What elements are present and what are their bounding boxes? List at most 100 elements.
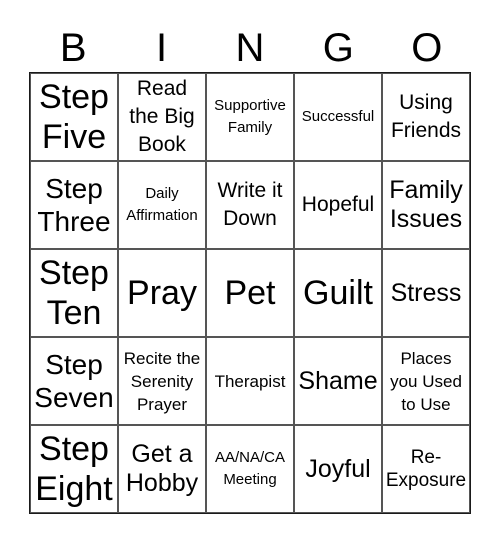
bingo-cell-line: Step xyxy=(45,349,103,380)
bingo-cell-line: Five xyxy=(41,118,107,156)
header-letter-i: I xyxy=(156,26,168,70)
bingo-cell-line: Shame xyxy=(298,366,378,395)
bingo-cell-line: Issues xyxy=(389,205,463,233)
bingo-cell-line: Re- xyxy=(410,447,442,468)
bingo-cell-text: Hopeful xyxy=(302,191,374,219)
bingo-cell-line: Down xyxy=(223,207,277,230)
bingo-cell-line: the Big xyxy=(129,105,195,128)
bingo-cell-line: Eight xyxy=(35,470,113,508)
bingo-cell-text: Successful xyxy=(302,106,375,128)
bingo-cell-line: Seven xyxy=(34,382,114,413)
bingo-cell[interactable]: Successful xyxy=(294,73,382,161)
bingo-cell[interactable]: Using Friends xyxy=(382,73,470,161)
bingo-cell-text: Supportive Family xyxy=(214,95,286,139)
bingo-cell[interactable]: Shame xyxy=(294,337,382,425)
bingo-cell-text: Shame xyxy=(298,367,377,396)
bingo-cell-line: Hopeful xyxy=(301,193,375,216)
bingo-cell-line: to Use xyxy=(401,394,451,414)
bingo-cell-line: Step xyxy=(39,254,109,292)
bingo-cell-text: Pray xyxy=(127,273,197,313)
bingo-cell-text: Daily Affirmation xyxy=(126,183,197,227)
bingo-cell-line: Daily xyxy=(145,185,179,202)
bingo-cell[interactable]: Read the Big Book xyxy=(118,73,206,161)
bingo-cell[interactable]: Therapist xyxy=(206,337,294,425)
bingo-cell[interactable]: Hopeful xyxy=(294,161,382,249)
bingo-cell[interactable]: Step Seven xyxy=(30,337,118,425)
header-letter-b: B xyxy=(59,26,87,70)
bingo-cell-line: Pet xyxy=(224,274,276,312)
bingo-cell[interactable]: Recite the Serenity Prayer xyxy=(118,337,206,425)
bingo-cell-text: AA/NA/CA Meeting xyxy=(215,447,285,491)
bingo-cell[interactable]: Supportive Family xyxy=(206,73,294,161)
bingo-cell-line: Write it xyxy=(217,179,283,202)
bingo-cell-line: Using xyxy=(399,91,453,114)
bingo-cell-text: Recite the Serenity Prayer xyxy=(124,347,201,416)
bingo-cell[interactable]: Daily Affirmation xyxy=(118,161,206,249)
bingo-cell-text: Step Seven xyxy=(34,348,113,414)
bingo-cell-line: AA/NA/CA xyxy=(214,449,286,466)
bingo-cell-line: you Used xyxy=(390,371,462,391)
bingo-cell-text: Family Issues xyxy=(389,176,463,234)
bingo-cell[interactable]: Pet xyxy=(206,249,294,337)
bingo-cell[interactable]: Places you Used to Use xyxy=(382,337,470,425)
bingo-cell-line: Meeting xyxy=(223,471,277,488)
bingo-cell-line: Friends xyxy=(390,119,462,142)
bingo-cell[interactable]: Step Eight xyxy=(30,425,118,513)
bingo-cell-line: Places xyxy=(400,348,452,368)
bingo-cell-text: Joyful xyxy=(305,455,370,484)
bingo-cell-line: Affirmation xyxy=(126,207,198,224)
bingo-cell-line: Step xyxy=(39,430,109,468)
bingo-cell-line: Joyful xyxy=(305,454,371,483)
bingo-cell[interactable]: Joyful xyxy=(294,425,382,513)
header-letter-o: O xyxy=(411,26,443,70)
bingo-cell[interactable]: Guilt xyxy=(294,249,382,337)
bingo-cell-text: Places you Used to Use xyxy=(390,347,462,416)
header-letter-g: G xyxy=(322,26,354,70)
bingo-cell[interactable]: Step Ten xyxy=(30,249,118,337)
bingo-cell-text: Step Ten xyxy=(39,253,109,333)
bingo-cell-text: Step Three xyxy=(37,172,110,238)
bingo-cell-line: Read xyxy=(136,77,188,100)
bingo-cell-text: Stress xyxy=(391,279,462,308)
bingo-cell[interactable]: Write it Down xyxy=(206,161,294,249)
bingo-cell[interactable]: Get a Hobby xyxy=(118,425,206,513)
bingo-cell-line: Three xyxy=(37,206,111,237)
bingo-header: B I N G O xyxy=(29,24,471,72)
bingo-cell-text: Pet xyxy=(224,273,275,313)
bingo-cell-text: Using Friends xyxy=(391,89,461,145)
bingo-cell[interactable]: Pray xyxy=(118,249,206,337)
bingo-cell-line: Family xyxy=(389,176,463,204)
header-letter-n: N xyxy=(235,26,265,70)
bingo-cell-line: Get a xyxy=(131,440,193,468)
bingo-cell[interactable]: Step Five xyxy=(30,73,118,161)
bingo-cell-text: Guilt xyxy=(303,273,373,313)
bingo-cell-text: Step Five xyxy=(39,77,109,157)
bingo-cell-line: Serenity xyxy=(130,371,194,391)
bingo-cell-line: Pray xyxy=(127,274,197,312)
bingo-cell[interactable]: Family Issues xyxy=(382,161,470,249)
bingo-cell[interactable]: Re- Exposure xyxy=(382,425,470,513)
bingo-cell-line: Exposure xyxy=(385,470,467,491)
bingo-cell-line: Ten xyxy=(46,294,102,332)
bingo-cell-text: Therapist xyxy=(215,370,286,393)
bingo-cell-line: Guilt xyxy=(303,274,373,312)
bingo-cell-line: Family xyxy=(227,119,273,136)
bingo-cell[interactable]: AA/NA/CA Meeting xyxy=(206,425,294,513)
bingo-cell-line: Step xyxy=(39,78,109,116)
bingo-cell-text: Re- Exposure xyxy=(386,446,466,492)
bingo-cell[interactable]: Stress xyxy=(382,249,470,337)
bingo-cell-text: Step Eight xyxy=(35,429,113,509)
bingo-cell-line: Therapist xyxy=(214,371,286,391)
bingo-cell-line: Hobby xyxy=(125,469,199,497)
bingo-grid: Step Five Read the Big Book Supportive Family S… xyxy=(29,72,471,514)
bingo-cell[interactable]: Step Three xyxy=(30,161,118,249)
bingo-cell-text: Write it Down xyxy=(218,177,283,233)
bingo-cell-line: Step xyxy=(45,173,103,204)
bingo-cell-line: Prayer xyxy=(136,394,188,414)
bingo-cell-line: Successful xyxy=(301,108,375,125)
bingo-cell-text: Read the Big Book xyxy=(129,75,194,159)
bingo-cell-line: Book xyxy=(138,133,186,156)
bingo-cell-text: Get a Hobby xyxy=(126,440,198,498)
bingo-cell-line: Supportive xyxy=(214,97,286,114)
bingo-cell-line: Recite the xyxy=(123,348,201,368)
